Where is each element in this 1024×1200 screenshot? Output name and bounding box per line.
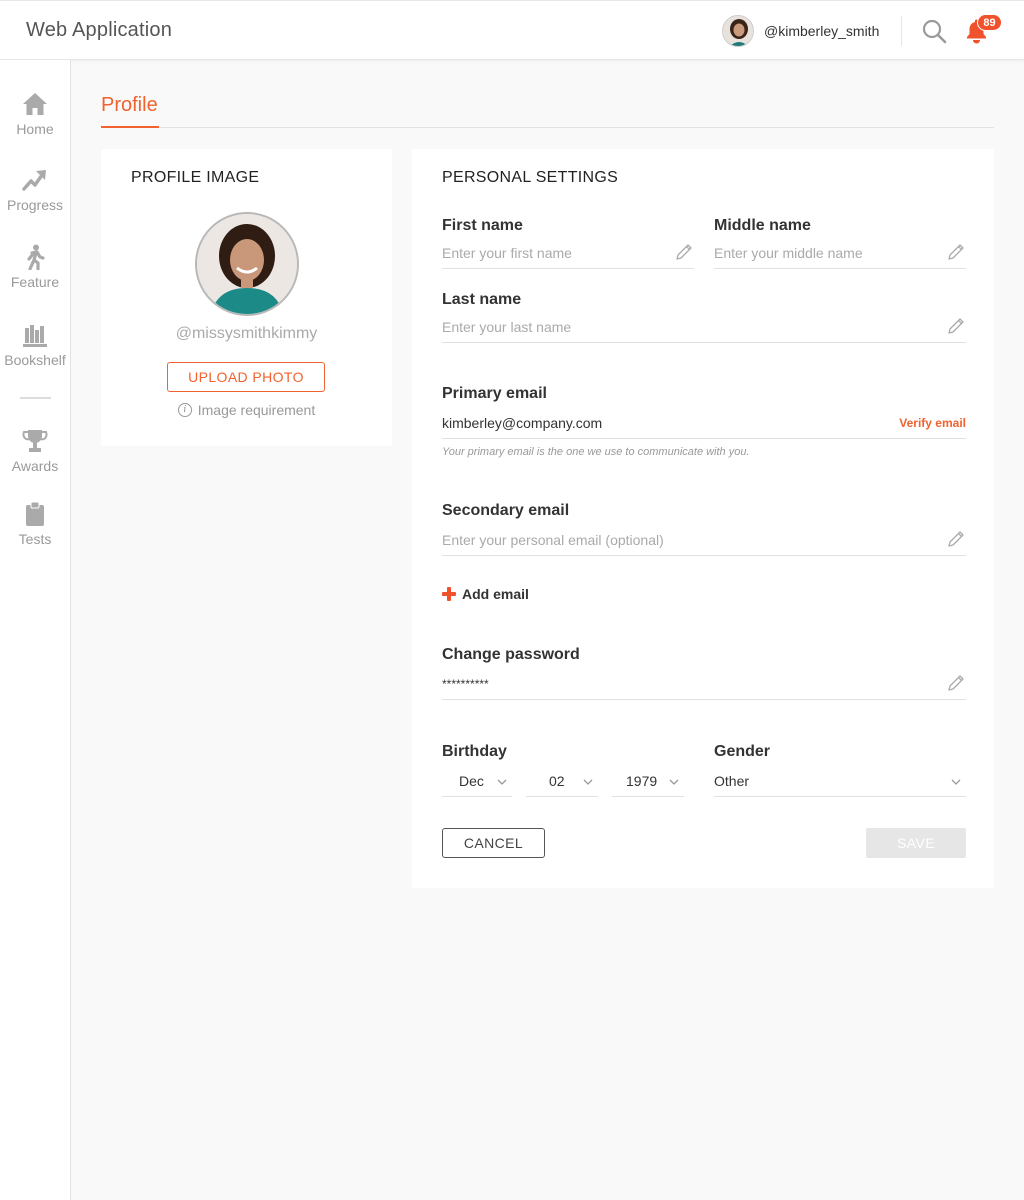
- middle-name-field-wrap: [714, 239, 966, 269]
- bookshelf-icon: [23, 325, 47, 347]
- sidebar-item-label: Progress: [6, 197, 64, 213]
- sidebar-item-label: Feature: [10, 274, 60, 290]
- middle-name-label: Middle name: [714, 217, 811, 234]
- last-name-field-wrap: [442, 313, 966, 343]
- home-icon: [23, 93, 47, 115]
- last-name-label: Last name: [442, 291, 522, 308]
- sidebar: Home Progress Feature Bookshelf Awards T…: [0, 60, 71, 1200]
- sidebar-item-progress[interactable]: Progress: [0, 167, 70, 227]
- secondary-email-field-wrap: [442, 526, 966, 556]
- birthday-day-select[interactable]: 02: [526, 767, 598, 797]
- chevron-down-icon: [669, 779, 679, 785]
- trending-up-icon: [22, 170, 46, 191]
- add-email-button[interactable]: Add email: [442, 586, 529, 602]
- sidebar-item-awards[interactable]: Awards: [0, 428, 70, 488]
- clipboard-icon: [26, 501, 44, 526]
- pencil-icon[interactable]: [946, 529, 966, 549]
- gender-value: Other: [714, 773, 750, 789]
- sidebar-item-label: Home: [16, 121, 54, 137]
- cancel-button[interactable]: CANCEL: [442, 828, 545, 858]
- birthday-year-value: 1979: [626, 773, 658, 789]
- secondary-email-label: Secondary email: [442, 502, 570, 519]
- pencil-icon[interactable]: [946, 673, 966, 693]
- verify-email-link[interactable]: Verify email: [899, 416, 966, 430]
- gender-select[interactable]: Other: [714, 767, 966, 797]
- plus-icon: [442, 587, 456, 601]
- first-name-input[interactable]: [442, 239, 668, 267]
- sidebar-item-label: Bookshelf: [4, 352, 66, 368]
- change-password-label: Change password: [442, 646, 580, 663]
- chevron-down-icon: [497, 779, 507, 785]
- user-avatar-icon: [723, 16, 753, 46]
- birthday-month-select[interactable]: Dec: [442, 767, 512, 797]
- password-field-wrap: [442, 670, 966, 700]
- active-tab-indicator: [101, 126, 159, 128]
- primary-email-input[interactable]: [442, 409, 882, 437]
- user-menu[interactable]: @kimberley_smith: [722, 15, 879, 47]
- first-name-label: First name: [442, 217, 523, 234]
- gender-label: Gender: [714, 743, 771, 760]
- secondary-email-input[interactable]: [442, 526, 940, 554]
- trophy-icon: [22, 430, 48, 452]
- app-title: Web Application: [26, 19, 173, 41]
- sidebar-item-tests[interactable]: Tests: [0, 501, 70, 561]
- birthday-year-select[interactable]: 1979: [612, 767, 684, 797]
- sidebar-item-home[interactable]: Home: [0, 91, 70, 151]
- profile-handle: @missysmithkimmy: [175, 325, 318, 342]
- birthday-month-value: Dec: [459, 773, 484, 789]
- tab-divider: [101, 127, 994, 128]
- info-icon: i: [177, 403, 192, 417]
- save-button[interactable]: SAVE: [866, 828, 966, 858]
- pencil-icon[interactable]: [946, 242, 966, 262]
- add-email-label: Add email: [462, 586, 529, 602]
- sidebar-item-feature[interactable]: Feature: [0, 244, 70, 304]
- walking-person-icon: [27, 244, 45, 270]
- sidebar-divider: [20, 397, 51, 399]
- top-bar: Web Application @kimberley_smith 89: [0, 0, 1024, 60]
- pencil-icon[interactable]: [674, 242, 694, 262]
- search-icon: [922, 19, 947, 44]
- avatar: [722, 15, 754, 47]
- image-requirement-label: Image requirement: [197, 402, 316, 418]
- primary-email-hint: Your primary email is the one we use to …: [442, 446, 750, 458]
- personal-settings-card: PERSONAL SETTINGS First name Middle name…: [412, 149, 994, 888]
- middle-name-input[interactable]: [714, 239, 940, 267]
- upload-photo-button[interactable]: UPLOAD PHOTO: [167, 362, 325, 392]
- profile-image-card: PROFILE IMAGE @missysmithkimmy UPLOAD PH…: [101, 149, 392, 446]
- sidebar-item-bookshelf[interactable]: Bookshelf: [0, 322, 70, 382]
- sidebar-item-label: Awards: [11, 458, 59, 474]
- header-divider: [901, 16, 902, 46]
- profile-image-title: PROFILE IMAGE: [131, 169, 260, 186]
- profile-photo: [197, 214, 297, 314]
- password-input[interactable]: [442, 670, 940, 698]
- notification-badge: 89: [977, 14, 1002, 31]
- search-button[interactable]: [920, 17, 948, 45]
- tab-profile[interactable]: Profile: [101, 94, 158, 117]
- username: @kimberley_smith: [764, 23, 880, 39]
- last-name-input[interactable]: [442, 313, 940, 341]
- primary-email-field-wrap: Verify email: [442, 409, 966, 439]
- personal-settings-title: PERSONAL SETTINGS: [442, 169, 619, 186]
- pencil-icon[interactable]: [946, 316, 966, 336]
- profile-avatar: [195, 212, 299, 316]
- chevron-down-icon: [951, 779, 961, 785]
- sidebar-item-label: Tests: [18, 531, 52, 547]
- birthday-label: Birthday: [442, 743, 507, 760]
- chevron-down-icon: [583, 779, 593, 785]
- primary-email-label: Primary email: [442, 385, 547, 402]
- image-requirement-link[interactable]: i Image requirement: [101, 402, 392, 418]
- birthday-day-value: 02: [549, 773, 565, 789]
- first-name-field-wrap: [442, 239, 694, 269]
